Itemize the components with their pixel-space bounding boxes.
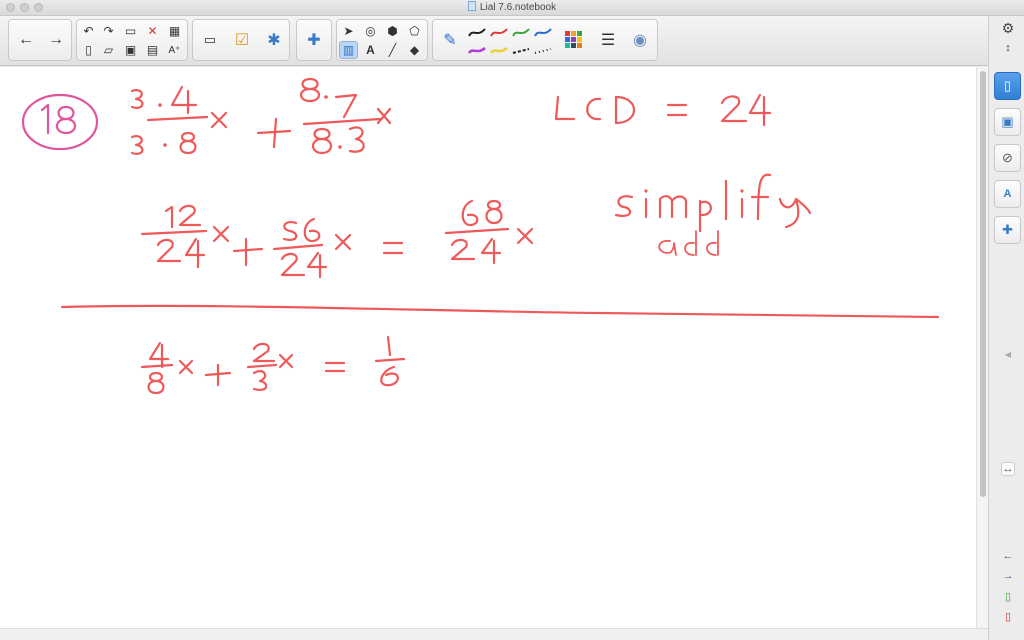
pen-dotted-icon[interactable] (533, 43, 553, 59)
window-title: Lial 7.6.notebook (0, 1, 1024, 13)
collapse-panel-icon[interactable]: ◀ (1001, 350, 1015, 359)
previous-page-icon[interactable]: ← (1001, 550, 1015, 562)
adjust-icon[interactable]: ▥ (339, 41, 358, 59)
shapes-icon[interactable]: ◎ (361, 22, 380, 40)
page-sorter-icon[interactable]: ▯ (994, 72, 1021, 100)
text-size-icon[interactable]: A⁺ (165, 41, 184, 59)
pen-blue-icon[interactable] (533, 24, 553, 40)
pen-tool-icon[interactable]: ✎ (435, 22, 465, 58)
extra-tools-group: ▭ ☑ ✱ (192, 19, 290, 61)
fraction-68-over-24-ink (444, 199, 534, 265)
simplify-word-ink (614, 173, 812, 233)
screen-shade-icon[interactable]: ▤ (143, 41, 162, 59)
properties-icon[interactable]: A (994, 180, 1021, 208)
eraser-icon[interactable]: ⬠ (405, 22, 424, 40)
fraction-56-over-24-ink (272, 217, 352, 279)
fill-icon[interactable]: ⬢ (383, 22, 402, 40)
eraser-tool-icon[interactable]: ◆ (405, 41, 424, 59)
palette-swatch (577, 31, 582, 36)
notebook-page-canvas[interactable] (0, 67, 976, 628)
vertical-scroll-thumb[interactable] (980, 71, 986, 497)
line-style-icon[interactable]: ☰ (593, 22, 623, 58)
insert-table-icon[interactable]: ▦ (165, 22, 184, 40)
color-palette-icon[interactable] (559, 22, 589, 58)
expand-width-icon[interactable]: ↔ (1001, 462, 1015, 476)
forward-arrow-icon[interactable]: → (41, 22, 71, 58)
pen-tools-group: ✎ ☰ ◉ (432, 19, 658, 61)
side-panel: ⚙ ↕ ▯ ▣ ⊘ A ✚ ◀ ↔ ← → ▯ ▯ (988, 16, 1024, 640)
palette-swatch (571, 31, 576, 36)
palette-swatch (577, 37, 582, 42)
vertical-scrollbar[interactable] (976, 67, 988, 628)
pen-black-icon[interactable] (467, 24, 487, 40)
palette-swatch (571, 37, 576, 42)
add-word-ink (658, 230, 719, 256)
lab-group: ✚ (296, 19, 332, 61)
fraction-3x4-over-3x8-ink (130, 85, 228, 155)
puzzle-icon[interactable]: ✚ (299, 22, 329, 58)
transparency-icon[interactable]: ◉ (625, 22, 655, 58)
horizontal-scrollbar[interactable] (0, 628, 988, 640)
move-panel-icon[interactable]: ↕ (1001, 42, 1015, 54)
attachments-icon[interactable]: ⊘ (994, 144, 1021, 172)
clear-page-icon[interactable]: ▭ (121, 22, 140, 40)
display-icon[interactable]: ▭ (195, 22, 225, 58)
settings-gear-icon[interactable]: ⚙ (1001, 20, 1015, 37)
lcd-equals-24-ink (554, 93, 772, 127)
pen-red-icon[interactable] (489, 24, 509, 40)
response-icon[interactable]: ☑ (227, 22, 257, 58)
palette-swatch (565, 31, 570, 36)
next-page-icon[interactable]: → (1001, 570, 1015, 582)
save-icon[interactable]: ▣ (121, 41, 140, 59)
pen-green-icon[interactable] (511, 24, 531, 40)
palette-swatch (565, 37, 570, 42)
redo-icon[interactable]: ↷ (99, 22, 118, 40)
problem-number-18-ink (21, 93, 99, 151)
open-file-icon[interactable]: ▱ (99, 41, 118, 59)
divider-line-ink (60, 304, 940, 319)
notebook-file-icon (467, 1, 476, 11)
equation-4-8-plus-2-3-ink (140, 335, 406, 395)
delete-page-icon[interactable]: ▯ (1001, 610, 1015, 623)
undo-icon[interactable]: ↶ (79, 22, 98, 40)
text-tool-icon[interactable]: A (361, 41, 380, 59)
select-arrow-icon[interactable]: ➤ (339, 22, 358, 40)
add-page-icon[interactable]: ▯ (1001, 590, 1015, 603)
handwriting-ink-layer (21, 77, 940, 395)
back-arrow-icon[interactable]: ← (11, 22, 41, 58)
pen-dashed-icon[interactable] (511, 43, 531, 59)
window-titlebar: Lial 7.6.notebook (0, 0, 1024, 16)
window-title-text: Lial 7.6.notebook (479, 2, 557, 13)
plus-sign-ink-1 (256, 117, 292, 149)
fraction-8x7-over-8x3-ink (299, 77, 392, 155)
select-tools-group: ➤ ◎ ⬢ ⬠ ▥ A ╱ ◆ (336, 19, 428, 61)
gallery-icon[interactable]: ▣ (994, 108, 1021, 136)
pen-purple-icon[interactable] (467, 43, 487, 59)
equals-sign-ink-1 (382, 241, 404, 255)
new-page-icon[interactable]: ▯ (79, 41, 98, 59)
palette-swatch (571, 43, 576, 48)
pen-yellow-icon[interactable] (489, 43, 509, 59)
fraction-12-over-24-ink (140, 204, 230, 269)
delete-icon[interactable]: ✕ (143, 22, 162, 40)
plus-sign-ink-2 (232, 237, 264, 267)
palette-swatch (577, 43, 582, 48)
file-tools-group: ↶ ↷ ▭ ✕ ▦ ▯ ▱ ▣ ▤ A⁺ (76, 19, 188, 61)
palette-swatch (565, 43, 570, 48)
addons-toolbar-icon[interactable]: ✱ (259, 22, 289, 58)
main-toolbar: ← → ↶ ↷ ▭ ✕ ▦ ▯ ▱ ▣ ▤ A⁺ ▭ ☑ ✱ ✚ ➤ ◎ ⬢ ⬠… (0, 16, 1024, 66)
addons-icon[interactable]: ✚ (994, 216, 1021, 244)
navigation-group: ← → (8, 19, 72, 61)
line-tool-icon[interactable]: ╱ (383, 41, 402, 59)
